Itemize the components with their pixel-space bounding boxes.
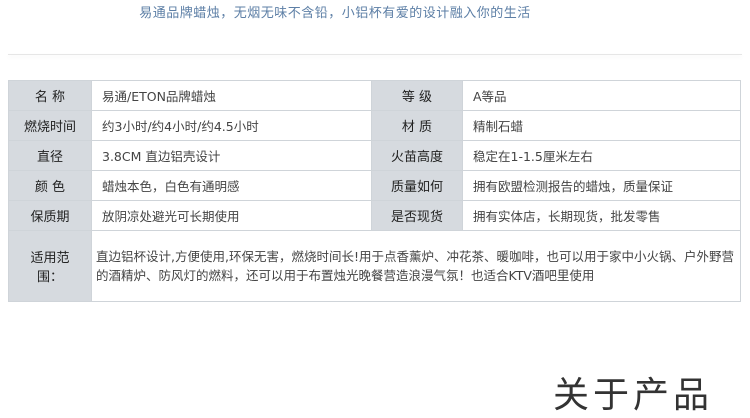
tagline: 易通品牌蜡烛，无烟无味不含铅，小铝杯有爱的设计融入你的生活 — [0, 2, 750, 21]
spec-label: 燃烧时间 — [8, 110, 92, 141]
spec-label: 直径 — [8, 140, 92, 171]
spec-value: 放阴凉处避光可长期使用 — [91, 200, 372, 231]
spec-row-scope: 适用范围： 直边铝杯设计,方便使用,环保无害，燃烧时间长!用于点香薰炉、冲花茶、… — [8, 230, 741, 302]
spec-value: 易通/ETON品牌蜡烛 — [91, 80, 372, 111]
spec-label: 名 称 — [8, 80, 92, 111]
spec-value: 蜡烛本色，白色有通明感 — [91, 170, 372, 201]
scope-value: 直边铝杯设计,方便使用,环保无害，燃烧时间长!用于点香薰炉、冲花茶、暖咖啡，也可… — [91, 230, 741, 302]
section-heading: 关于产品 — [553, 375, 714, 416]
divider — [8, 54, 742, 55]
spec-row-burn-time: 燃烧时间 约3小时/约4小时/约4.5小时 材 质 精制石蜡 — [8, 110, 741, 141]
spec-label: 火苗高度 — [371, 140, 463, 171]
spec-value: 稳定在1-1.5厘米左右 — [462, 140, 741, 171]
spec-value: 精制石蜡 — [462, 110, 741, 141]
spec-value: 拥有实体店，长期现货，批发零售 — [462, 200, 741, 231]
spec-value: 约3小时/约4小时/约4.5小时 — [91, 110, 372, 141]
tagline-text: 易通品牌蜡烛，无烟无味不含铅，小铝杯有爱的设计融入你的生活 — [139, 6, 531, 21]
spec-value: 拥有欧盟检测报告的蜡烛，质量保证 — [462, 170, 741, 201]
spec-label: 颜 色 — [8, 170, 92, 201]
spec-row-color: 颜 色 蜡烛本色，白色有通明感 质量如何 拥有欧盟检测报告的蜡烛，质量保证 — [8, 170, 741, 201]
scope-label: 适用范围： — [8, 230, 92, 302]
spec-label: 是否现货 — [371, 200, 463, 231]
spec-row-shelf-life: 保质期 放阴凉处避光可长期使用 是否现货 拥有实体店，长期现货，批发零售 — [8, 200, 741, 231]
spec-label: 质量如何 — [371, 170, 463, 201]
spec-value: 3.8CM 直边铝壳设计 — [91, 140, 372, 171]
spec-value: A等品 — [462, 80, 741, 111]
spec-row-name: 名 称 易通/ETON品牌蜡烛 等 级 A等品 — [8, 80, 741, 111]
spec-label: 等 级 — [371, 80, 463, 111]
spec-label: 保质期 — [8, 200, 92, 231]
spec-table: 名 称 易通/ETON品牌蜡烛 等 级 A等品 燃烧时间 约3小时/约4小时/约… — [8, 80, 741, 302]
spec-row-diameter: 直径 3.8CM 直边铝壳设计 火苗高度 稳定在1-1.5厘米左右 — [8, 140, 741, 171]
spec-label: 材 质 — [371, 110, 463, 141]
